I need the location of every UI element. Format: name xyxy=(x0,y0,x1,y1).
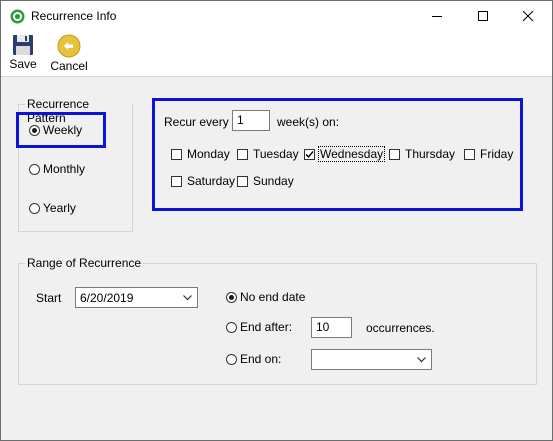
toolbar: Save Cancel xyxy=(1,32,552,77)
no-end-date-radio-circle xyxy=(226,291,237,303)
no-end-date-radio[interactable]: No end date xyxy=(226,289,305,305)
start-label: Start xyxy=(36,291,62,305)
no-end-date-label: No end date xyxy=(240,290,306,304)
start-date-picker[interactable]: 6/20/2019 xyxy=(75,287,198,308)
save-button[interactable]: Save xyxy=(9,34,37,71)
monthly-radio[interactable]: Monthly xyxy=(29,161,85,177)
recurrence-info-window: Recurrence Info Save Cancel Recurrence P… xyxy=(0,0,553,441)
start-date-value: 6/20/2019 xyxy=(80,291,134,305)
end-on-label: End on: xyxy=(240,352,282,366)
app-icon xyxy=(10,9,25,24)
floppy-disk-icon xyxy=(13,35,33,55)
cancel-label: Cancel xyxy=(50,59,88,73)
end-on-date-picker[interactable] xyxy=(311,349,432,370)
chevron-down-icon xyxy=(183,295,192,301)
title-bar: Recurrence Info xyxy=(1,1,552,32)
cancel-button[interactable]: Cancel xyxy=(48,34,90,73)
range-of-recurrence-title: Range of Recurrence xyxy=(25,256,144,270)
maximize-button[interactable] xyxy=(461,1,507,32)
end-after-radio[interactable]: End after: xyxy=(226,319,292,335)
end-after-label: End after: xyxy=(240,320,293,334)
close-icon xyxy=(523,11,534,22)
chevron-down-icon xyxy=(417,357,426,363)
yearly-radio-circle xyxy=(29,202,40,214)
maximize-icon xyxy=(478,11,488,21)
end-on-radio-circle xyxy=(226,353,237,365)
end-after-occurrences-input[interactable]: 10 xyxy=(311,317,352,338)
minimize-icon xyxy=(432,16,442,17)
monthly-radio-label: Monthly xyxy=(43,162,86,176)
close-button[interactable] xyxy=(506,1,552,32)
occurrences-label: occurrences. xyxy=(366,321,435,335)
monthly-radio-circle xyxy=(29,163,40,175)
yearly-radio[interactable]: Yearly xyxy=(29,200,76,216)
window-title: Recurrence Info xyxy=(31,9,117,23)
cancel-undo-icon xyxy=(57,34,81,58)
save-label: Save xyxy=(9,57,37,71)
weekly-options-highlight-frame xyxy=(152,98,523,211)
end-after-radio-circle xyxy=(226,321,237,333)
weekly-highlight-frame xyxy=(16,112,106,148)
end-on-radio[interactable]: End on: xyxy=(226,351,281,367)
yearly-radio-label: Yearly xyxy=(43,201,76,215)
minimize-button[interactable] xyxy=(415,1,461,32)
